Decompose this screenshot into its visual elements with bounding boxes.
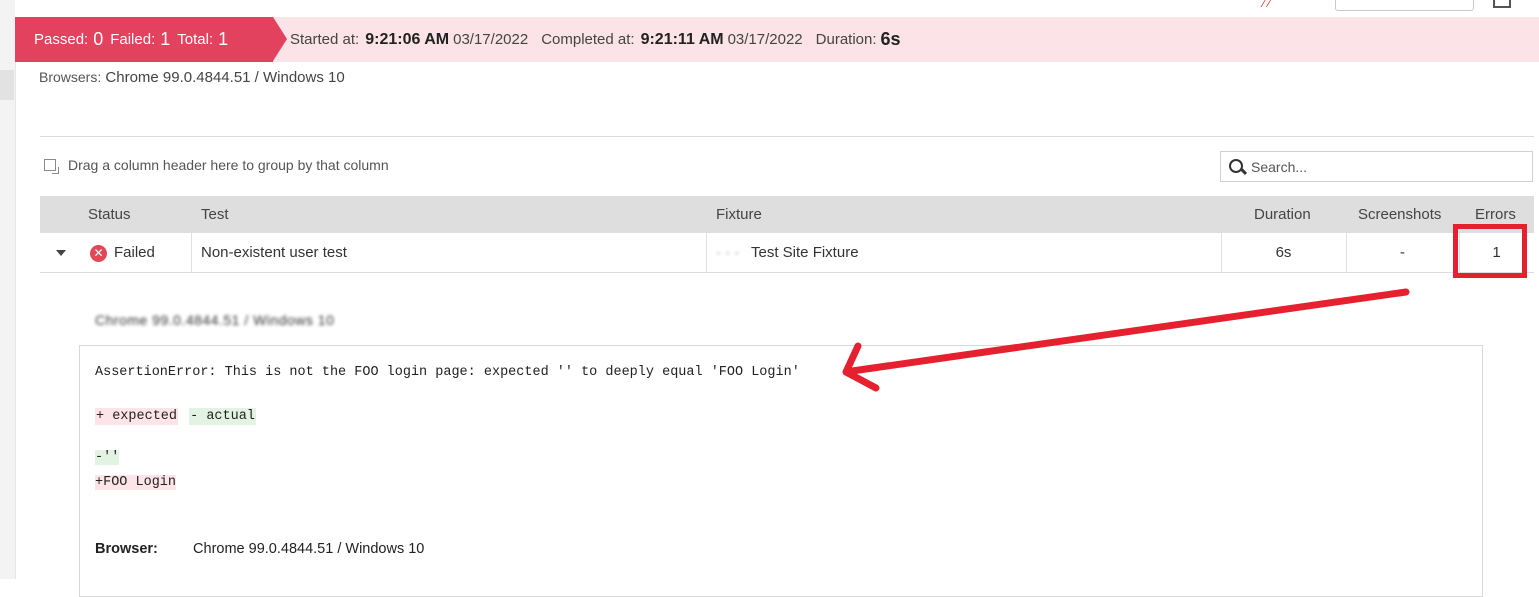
grid-search-input[interactable] xyxy=(1251,158,1521,175)
x-circle-icon: ✕ xyxy=(90,245,107,262)
browser-label: Browser: xyxy=(95,541,158,557)
total-count: 1 xyxy=(218,29,229,49)
section-divider xyxy=(40,136,1534,137)
browser-value: Chrome 99.0.4844.51 / Windows 10 xyxy=(193,541,425,557)
left-gutter xyxy=(0,0,16,579)
grid-header-row: Status Test Fixture Duration Screenshots… xyxy=(40,196,1534,233)
diff-minus-line: -'' xyxy=(95,450,120,465)
column-header-screenshots[interactable]: Screenshots xyxy=(1358,196,1441,233)
browsers-label: Browsers: xyxy=(39,69,102,85)
run-summary-bar: Passed: 0 Failed: 1 Total: 1 Started at:… xyxy=(15,17,1539,62)
duration-label: Duration: xyxy=(815,31,877,48)
browsers-value: Chrome 99.0.4844.51 / Windows 10 xyxy=(105,69,345,86)
column-header-status[interactable]: Status xyxy=(88,196,131,233)
top-search-input[interactable] xyxy=(1335,0,1474,11)
failed-label: Failed: xyxy=(110,31,156,48)
toolbar-glyph-icon[interactable]: ⁄ ⁄ xyxy=(1263,0,1270,10)
fixture-prefix-redacted: · · · xyxy=(716,244,740,261)
group-panel[interactable]: Drag a column header here to group by th… xyxy=(44,157,389,174)
run-timings: Started at: 9:21:06 AM 03/17/2022 Comple… xyxy=(290,17,901,62)
failed-count: 1 xyxy=(160,29,171,49)
duration-value: 6s xyxy=(880,29,901,49)
column-header-fixture[interactable]: Fixture xyxy=(716,196,762,233)
search-icon xyxy=(1229,158,1245,175)
top-toolbar-edge: ⁄ ⁄ xyxy=(15,0,1539,17)
column-header-duration[interactable]: Duration xyxy=(1254,196,1311,233)
diff-plus-line: +FOO Login xyxy=(95,475,177,490)
grid-search-box[interactable] xyxy=(1220,151,1533,182)
completed-label: Completed at: xyxy=(541,31,635,48)
screenshots-cell: - xyxy=(1400,244,1405,261)
gutter-marker xyxy=(0,70,14,100)
started-time: 9:21:06 AM xyxy=(365,30,450,48)
duration-cell: 6s xyxy=(1275,244,1292,261)
diff-expected-label: + expected xyxy=(95,408,179,425)
table-row[interactable]: ✕ Failed Non-existent user test · · · Te… xyxy=(40,233,1534,273)
total-label: Total: xyxy=(177,31,214,48)
detail-browser-heading: Chrome 99.0.4844.51 / Windows 10 xyxy=(95,312,335,328)
error-details-panel: AssertionError: This is not the FOO logi… xyxy=(79,345,1483,597)
started-label: Started at: xyxy=(290,31,360,48)
caret-down-icon[interactable] xyxy=(56,250,66,256)
fixture-cell: Test Site Fixture xyxy=(751,244,859,261)
test-name-cell: Non-existent user test xyxy=(201,244,347,261)
diff-legend: + expected - actual xyxy=(95,408,256,425)
started-date: 03/17/2022 xyxy=(453,31,529,48)
error-message: AssertionError: This is not the FOO logi… xyxy=(95,365,800,380)
passed-label: Passed: xyxy=(34,31,89,48)
group-hint-text: Drag a column header here to group by th… xyxy=(68,157,389,173)
passed-count: 0 xyxy=(93,29,104,49)
error-browser-info: Browser: Chrome 99.0.4844.51 / Windows 1… xyxy=(95,541,424,557)
browsers-info: Browsers: Chrome 99.0.4844.51 / Windows … xyxy=(39,69,345,86)
status-cell: Failed xyxy=(114,244,155,261)
result-counts-badge: Passed: 0 Failed: 1 Total: 1 xyxy=(15,17,287,62)
completed-date: 03/17/2022 xyxy=(727,31,803,48)
completed-time: 9:21:11 AM xyxy=(640,30,724,48)
toolbar-save-icon[interactable] xyxy=(1493,0,1511,8)
column-header-test[interactable]: Test xyxy=(201,196,229,233)
errors-annotation-box xyxy=(1453,224,1527,278)
group-by-icon xyxy=(44,159,59,174)
diff-actual-label: - actual xyxy=(189,408,256,425)
